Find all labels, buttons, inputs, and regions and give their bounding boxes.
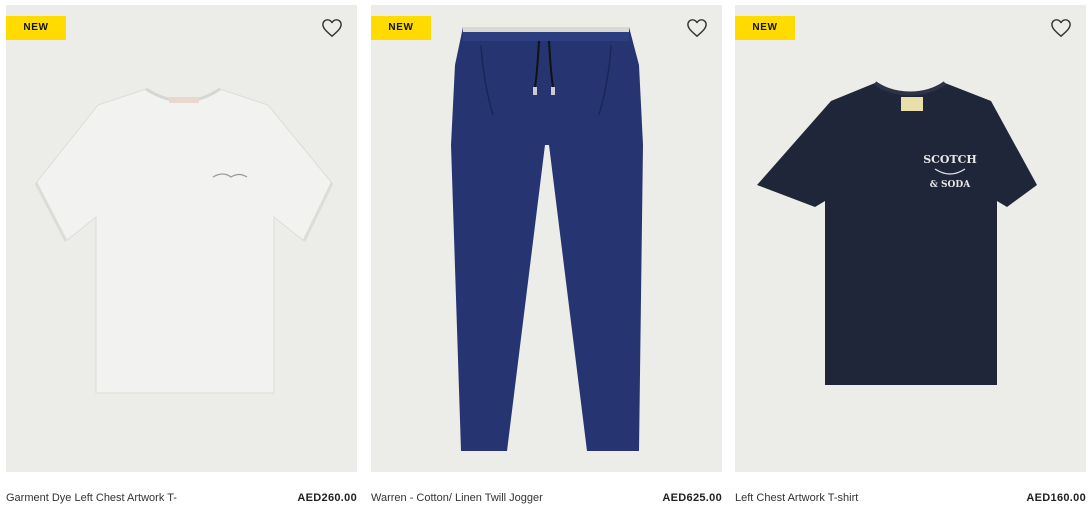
product-card[interactable]: NEW Garment Dye Left Chest Artwork T- AE… — [6, 5, 357, 510]
product-image-navy-jogger — [451, 27, 643, 451]
new-badge: NEW — [735, 16, 795, 40]
product-image-navy-tshirt: SCOTCH & SODA — [757, 81, 1037, 385]
product-price: AED625.00 — [662, 492, 722, 504]
product-card[interactable]: SCOTCH & SODA NEW Left Chest Artwork T-s… — [735, 5, 1086, 510]
svg-text:& SODA: & SODA — [930, 180, 971, 190]
product-image-area[interactable]: NEW — [371, 5, 722, 472]
new-badge: NEW — [6, 16, 66, 40]
heart-outline-icon[interactable] — [1050, 18, 1072, 38]
product-image-white-tshirt — [34, 87, 334, 394]
svg-text:SCOTCH: SCOTCH — [923, 153, 977, 166]
product-image-area[interactable]: SCOTCH & SODA NEW — [735, 5, 1086, 472]
product-grid: NEW Garment Dye Left Chest Artwork T- AE… — [0, 0, 1092, 510]
new-badge: NEW — [371, 16, 431, 40]
product-name[interactable]: Warren - Cotton/ Linen Twill Jogger — [371, 490, 641, 506]
heart-outline-icon[interactable] — [686, 18, 708, 38]
product-price: AED260.00 — [297, 492, 357, 504]
product-info: Warren - Cotton/ Linen Twill Jogger AED6… — [371, 490, 722, 506]
heart-outline-icon[interactable] — [321, 18, 343, 38]
product-image-area[interactable]: NEW — [6, 5, 357, 472]
product-price: AED160.00 — [1026, 492, 1086, 504]
product-name[interactable]: Left Chest Artwork T-shirt — [735, 490, 1005, 506]
product-info: Left Chest Artwork T-shirt AED160.00 — [735, 490, 1086, 506]
product-info: Garment Dye Left Chest Artwork T- AED260… — [6, 490, 357, 506]
product-card[interactable]: NEW Warren - Cotton/ Linen Twill Jogger … — [371, 5, 722, 510]
product-name[interactable]: Garment Dye Left Chest Artwork T- — [6, 490, 276, 506]
